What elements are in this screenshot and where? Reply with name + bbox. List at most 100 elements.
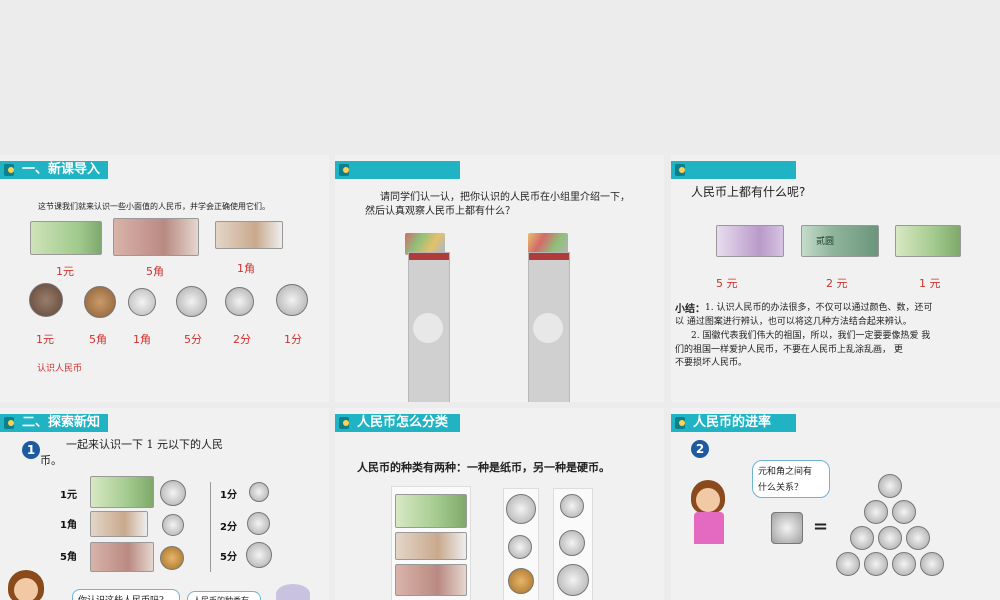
summary-line-1b: 以 通过图案进行辨认，也可以将这几种方法结合起来辨认。 <box>675 317 912 327</box>
slide-thumbnail-5[interactable]: 人民币怎么分类 人民币的种类有两种：一种是纸币，另一种是硬币。 <box>335 408 664 600</box>
coin-label-4: 5分 <box>184 333 202 346</box>
section-header: 一、新课导入 <box>0 161 108 179</box>
jiao-coin <box>892 500 916 524</box>
step-badge: 1 <box>22 441 40 459</box>
jiao-coin <box>878 474 902 498</box>
banknote-5-jiao <box>113 218 199 256</box>
coin-1-fen <box>249 482 269 502</box>
intro-line-b: 币。 <box>40 454 62 467</box>
jiao-coin <box>864 500 888 524</box>
envelope-left <box>408 252 450 402</box>
jiao-coin <box>892 552 916 576</box>
slide-thumbnail-4[interactable]: 二、探索新知 1 一起来认识一下 1 元以下的人民 币。 1元 1角 5角 1分… <box>0 408 329 600</box>
section-header <box>335 161 460 179</box>
row-label-5fen: 5分 <box>220 552 237 563</box>
coin-2-fen <box>559 530 585 556</box>
summary-line-2a: 2. 国徽代表我们伟大的祖国，所以，我们一定要要像热爱 我 <box>691 331 931 341</box>
envelope-right <box>528 252 570 402</box>
row-label-1yuan: 1元 <box>60 490 77 501</box>
jiao-coin <box>864 552 888 576</box>
coin-2-fen <box>225 287 254 316</box>
speech-bubble-1: 你认识这些人民币吗? <box>72 589 180 600</box>
coin-1-yuan <box>506 494 536 524</box>
coin-label-6: 1分 <box>284 333 302 346</box>
intro-line-a: 一起来认识一下 1 元以下的人民 <box>66 438 223 451</box>
coin-1-fen <box>560 494 584 518</box>
summary-line-2c: 不要损坏人民币。 <box>675 358 748 368</box>
coin-5-jiao <box>84 286 116 318</box>
summary-line-1a: 1. 认识人民币的办法很多，不仅可以通过颜色、数，还可 <box>705 303 933 313</box>
coin-label-2: 5角 <box>89 333 107 346</box>
slide-thumbnail-6[interactable]: 人民币的进率 2 元和角之间有 什么关系？ = <box>671 408 1000 600</box>
girl-body <box>694 512 724 544</box>
slide-thumbnail-3[interactable]: 人民币上都有什么呢? 贰圆 5 元 2 元 1 元 小结： 1. 认识人民币的办… <box>671 155 1000 402</box>
coin-5-jiao <box>508 568 534 594</box>
step-badge: 2 <box>691 440 709 458</box>
jiao-coin <box>836 552 860 576</box>
bill-label-1yuan: 1 元 <box>919 277 941 290</box>
coin-5-fen <box>246 542 272 568</box>
coin-1-yuan <box>771 512 803 544</box>
coin-1-jiao <box>162 514 184 536</box>
banknote-1-yuan <box>395 494 467 528</box>
banknote-1-jiao <box>215 221 283 249</box>
coin-5-jiao <box>160 546 184 570</box>
coin-label-1: 1元 <box>36 333 54 346</box>
bill-label-1: 1元 <box>56 265 74 278</box>
banknote-5-yuan <box>716 225 784 257</box>
intro-text: 这节课我们就来认识一些小面值的人民币，并学会正确使用它们。 <box>38 202 270 211</box>
banknote-1-jiao <box>90 511 148 537</box>
section-header: 人民币的进率 <box>671 414 796 432</box>
summary-title: 小结： <box>675 304 705 315</box>
banknote-1-jiao <box>395 532 467 560</box>
banknote-1-yuan <box>90 476 154 508</box>
instruction-line-1: 请同学们认一认，把你认识的人民币在小组里介绍一下， <box>380 192 630 203</box>
bill-label-5yuan: 5 元 <box>716 277 738 290</box>
girl-face <box>14 578 38 600</box>
coin-1-yuan <box>160 480 186 506</box>
coin-1-yuan <box>29 283 63 317</box>
coin-label-3: 1角 <box>133 333 151 346</box>
speech-bubble-2: 人民币的种类有 <box>187 591 261 600</box>
bill-text: 贰圆 <box>816 237 835 247</box>
jiao-coin <box>920 552 944 576</box>
jiao-coin <box>906 526 930 550</box>
slide-thumbnail-2[interactable]: 请同学们认一认，把你认识的人民币在小组里介绍一下， 然后认真观察人民币上都有什么… <box>335 155 664 402</box>
boy-character <box>276 584 310 600</box>
bill-label-3: 1角 <box>237 262 255 275</box>
slide-thumbnail-1[interactable]: 一、新课导入 这节课我们就来认识一些小面值的人民币，并学会正确使用它们。 1元 … <box>0 155 329 402</box>
bill-label-2yuan: 2 元 <box>826 277 848 290</box>
banknote-2-yuan: 贰圆 <box>801 225 879 257</box>
banknote-1-yuan <box>895 225 961 257</box>
banknote-5-jiao <box>90 542 154 572</box>
top-blank-area <box>0 0 1000 150</box>
coin-1-jiao <box>508 535 532 559</box>
row-label-1jiao: 1角 <box>60 520 77 531</box>
jiao-coin <box>878 526 902 550</box>
speech-bubble: 元和角之间有 什么关系？ <box>752 460 830 498</box>
coin-5-fen <box>176 286 207 317</box>
divider-line <box>210 482 211 572</box>
jiao-coin <box>850 526 874 550</box>
banknote-5-jiao <box>395 564 467 596</box>
summary-line-2b: 们的祖国一样爱护人民币，不要在人民币上乱涂乱画， 更 <box>675 345 903 355</box>
section-header: 人民币怎么分类 <box>335 414 460 432</box>
coin-2-fen <box>247 512 270 535</box>
instruction-line-2: 然后认真观察人民币上都有什么？ <box>365 206 515 217</box>
bill-label-2: 5角 <box>146 265 164 278</box>
row-label-1fen: 1分 <box>220 490 237 501</box>
bubble-line-2: 什么关系？ <box>758 483 804 493</box>
section-header: 二、探索新知 <box>0 414 108 432</box>
equals-sign: = <box>813 516 829 537</box>
coin-5-fen <box>557 564 589 596</box>
footer-text: 认识人民币 <box>37 364 83 374</box>
question-text: 人民币上都有什么呢? <box>691 185 806 199</box>
row-label-5jiao: 5角 <box>60 552 77 563</box>
coin-label-5: 2分 <box>233 333 251 346</box>
bubble-line-1: 元和角之间有 <box>758 467 813 477</box>
girl-face <box>696 488 720 512</box>
banknote-1-yuan <box>30 221 102 255</box>
section-header <box>671 161 796 179</box>
row-label-2fen: 2分 <box>220 522 237 533</box>
classification-statement: 人民币的种类有两种：一种是纸币，另一种是硬币。 <box>357 461 610 474</box>
